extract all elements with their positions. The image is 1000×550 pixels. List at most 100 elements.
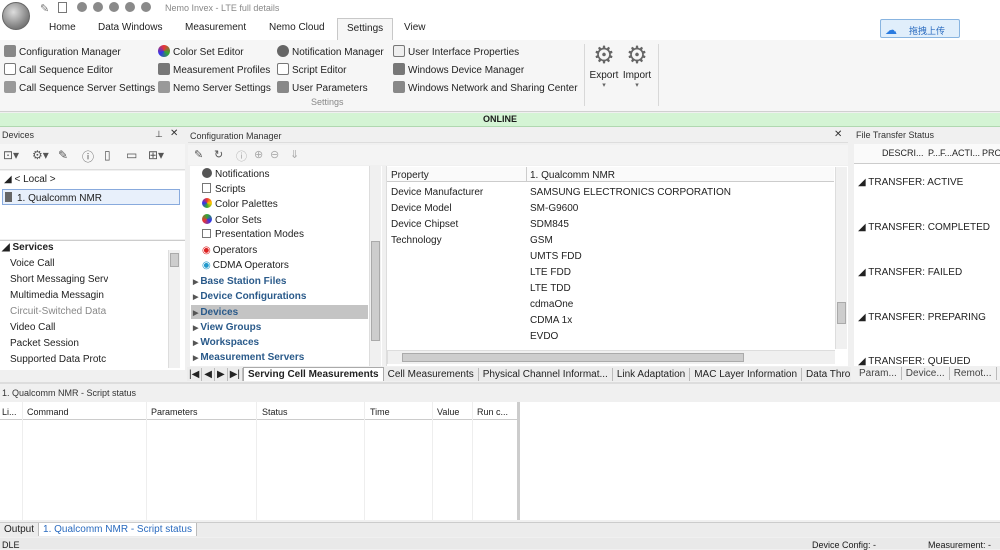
col-description[interactable]: DESCRI... <box>882 148 924 158</box>
measurement-profiles-button[interactable]: Measurement Profiles <box>158 63 270 76</box>
tree-color-palettes[interactable]: Color Palettes <box>202 198 278 210</box>
pause-icon[interactable] <box>125 2 135 12</box>
nav-device-configurations[interactable]: Device Configurations <box>193 291 306 302</box>
close-icon[interactable]: ✕ <box>170 128 178 139</box>
col-parameters[interactable]: Parameters <box>151 407 198 417</box>
tab-measurement[interactable]: Measurement <box>183 22 248 33</box>
col-action[interactable]: ACTI... <box>952 148 980 158</box>
service-supported-data[interactable]: Supported Data Protc <box>10 354 108 365</box>
scrollbar-thumb[interactable] <box>371 241 380 341</box>
tab-cell-measurements[interactable]: Cell Measurements <box>384 368 479 381</box>
property-hscrollbar[interactable] <box>387 350 835 364</box>
connect-icon[interactable]: ✎ <box>40 2 49 15</box>
tab-nemo-cloud[interactable]: Nemo Cloud <box>267 22 327 33</box>
tab-data-windows[interactable]: Data Windows <box>96 22 164 33</box>
col-p[interactable]: P... <box>928 148 940 158</box>
tree-notifications[interactable]: Notifications <box>202 168 269 180</box>
import-button[interactable]: ⚙ Import ▾ <box>620 42 654 89</box>
scrollbar-thumb[interactable] <box>837 302 846 324</box>
tree-icon[interactable]: ⊞▾ <box>148 148 164 162</box>
transfer-group-preparing[interactable]: ◢ TRANSFER: PREPARING <box>858 312 986 323</box>
service-mms[interactable]: Multimedia Messagin <box>10 290 108 301</box>
transfer-group-queued[interactable]: ◢ TRANSFER: QUEUED <box>858 356 971 366</box>
tab-serving-cell[interactable]: Serving Cell Measurements <box>243 367 384 381</box>
col-progress[interactable]: PRO <box>982 148 1000 158</box>
tab-data-throughput[interactable]: Data Thro <box>802 368 851 381</box>
device-list-icon[interactable]: ▭ <box>126 148 137 162</box>
tab-remote[interactable]: Remot... <box>950 367 997 380</box>
tab-last-icon[interactable]: ▶| <box>228 368 243 381</box>
record-icon[interactable] <box>109 2 119 12</box>
scrollbar-thumb[interactable] <box>402 353 744 362</box>
color-set-editor-button[interactable]: Color Set Editor <box>158 45 244 58</box>
remove-icon[interactable]: ⊖ <box>270 148 279 161</box>
file-icon[interactable] <box>58 2 67 13</box>
info-icon[interactable]: ⓘ <box>236 148 247 164</box>
property-vscrollbar[interactable] <box>835 167 847 349</box>
device-item[interactable]: 1. Qualcomm NMR <box>2 189 180 205</box>
tab-script-status[interactable]: 1. Qualcomm NMR - Script status <box>39 523 197 536</box>
services-scrollbar[interactable] <box>168 250 180 368</box>
service-video-call[interactable]: Video Call <box>10 322 55 333</box>
play-icon[interactable] <box>93 2 103 12</box>
configuration-manager-button[interactable]: Configuration Manager <box>4 45 121 58</box>
tab-home[interactable]: Home <box>47 22 78 33</box>
tab-device[interactable]: Device... <box>902 367 950 380</box>
add-device-icon[interactable]: ⊡▾ <box>3 148 19 162</box>
col-f[interactable]: F... <box>940 148 952 158</box>
services-group[interactable]: ◢ Services <box>2 242 54 253</box>
local-group[interactable]: ◢ < Local > <box>4 174 56 185</box>
col-status[interactable]: Status <box>262 407 288 417</box>
pin-icon[interactable]: ⊥ <box>155 129 163 140</box>
upload-button[interactable]: ☁ 拖拽上传 <box>880 19 960 38</box>
device-settings-icon[interactable]: ⚙▾ <box>32 148 49 162</box>
tree-scrollbar[interactable] <box>369 166 381 366</box>
tab-physical-channel[interactable]: Physical Channel Informat... <box>479 368 613 381</box>
tab-mac-layer[interactable]: MAC Layer Information <box>690 368 803 381</box>
tree-presentation-modes[interactable]: Presentation Modes <box>202 229 304 240</box>
nav-workspaces[interactable]: Workspaces <box>193 337 259 348</box>
col-line[interactable]: Li... <box>2 407 17 417</box>
stop-icon[interactable] <box>77 2 87 12</box>
nav-devices[interactable]: Devices <box>193 307 238 318</box>
refresh-icon[interactable]: ↻ <box>214 148 223 161</box>
add-icon[interactable]: ⊕ <box>254 148 263 161</box>
service-packet-session[interactable]: Packet Session <box>10 338 79 349</box>
transfer-group-failed[interactable]: ◢ TRANSFER: FAILED <box>858 267 962 278</box>
transfer-group-completed[interactable]: ◢ TRANSFER: COMPLETED <box>858 222 990 233</box>
col-command[interactable]: Command <box>27 407 69 417</box>
user-interface-properties-button[interactable]: User Interface Properties <box>393 45 519 58</box>
tree-cdma-operators[interactable]: ◉ CDMA Operators <box>202 260 289 271</box>
info-icon[interactable]: ⓘ <box>82 148 94 165</box>
notification-manager-button[interactable]: Notification Manager <box>277 45 384 58</box>
export-button[interactable]: ⚙ Export ▾ <box>588 42 620 89</box>
col-run-count[interactable]: Run c... <box>477 407 508 417</box>
tab-first-icon[interactable]: |◀ <box>187 368 203 381</box>
call-sequence-editor-button[interactable]: Call Sequence Editor <box>4 63 113 76</box>
tree-operators[interactable]: ◉ Operators <box>202 245 257 256</box>
user-parameters-button[interactable]: User Parameters <box>277 81 368 94</box>
service-voice-call[interactable]: Voice Call <box>10 258 54 269</box>
col-value[interactable]: Value <box>437 407 459 417</box>
tab-output[interactable]: Output <box>0 523 40 536</box>
tab-next-icon[interactable]: ▶ <box>215 368 228 381</box>
call-sequence-server-settings-button[interactable]: Call Sequence Server Settings <box>4 81 155 94</box>
tab-link-adaptation[interactable]: Link Adaptation <box>613 368 691 381</box>
tab-params[interactable]: Param... <box>855 367 902 380</box>
script-editor-button[interactable]: Script Editor <box>277 63 346 76</box>
import-icon[interactable]: ⇓ <box>290 148 299 161</box>
edit-icon[interactable]: ✎ <box>58 148 68 162</box>
service-csd[interactable]: Circuit-Switched Data <box>10 306 108 317</box>
tab-settings[interactable]: Settings <box>337 18 394 40</box>
nav-measurement-servers[interactable]: Measurement Servers <box>193 352 304 363</box>
splitter[interactable] <box>0 382 1000 384</box>
tree-color-sets[interactable]: Color Sets <box>202 214 262 226</box>
stop-record-icon[interactable] <box>141 2 151 12</box>
scrollbar-thumb[interactable] <box>170 253 179 267</box>
tree-scripts[interactable]: Scripts <box>202 183 246 195</box>
nemo-server-settings-button[interactable]: Nemo Server Settings <box>158 81 271 94</box>
windows-network-sharing-button[interactable]: Windows Network and Sharing Center <box>393 81 578 94</box>
close-icon[interactable]: ✕ <box>834 129 842 140</box>
col-time[interactable]: Time <box>370 407 390 417</box>
windows-device-manager-button[interactable]: Windows Device Manager <box>393 63 524 76</box>
